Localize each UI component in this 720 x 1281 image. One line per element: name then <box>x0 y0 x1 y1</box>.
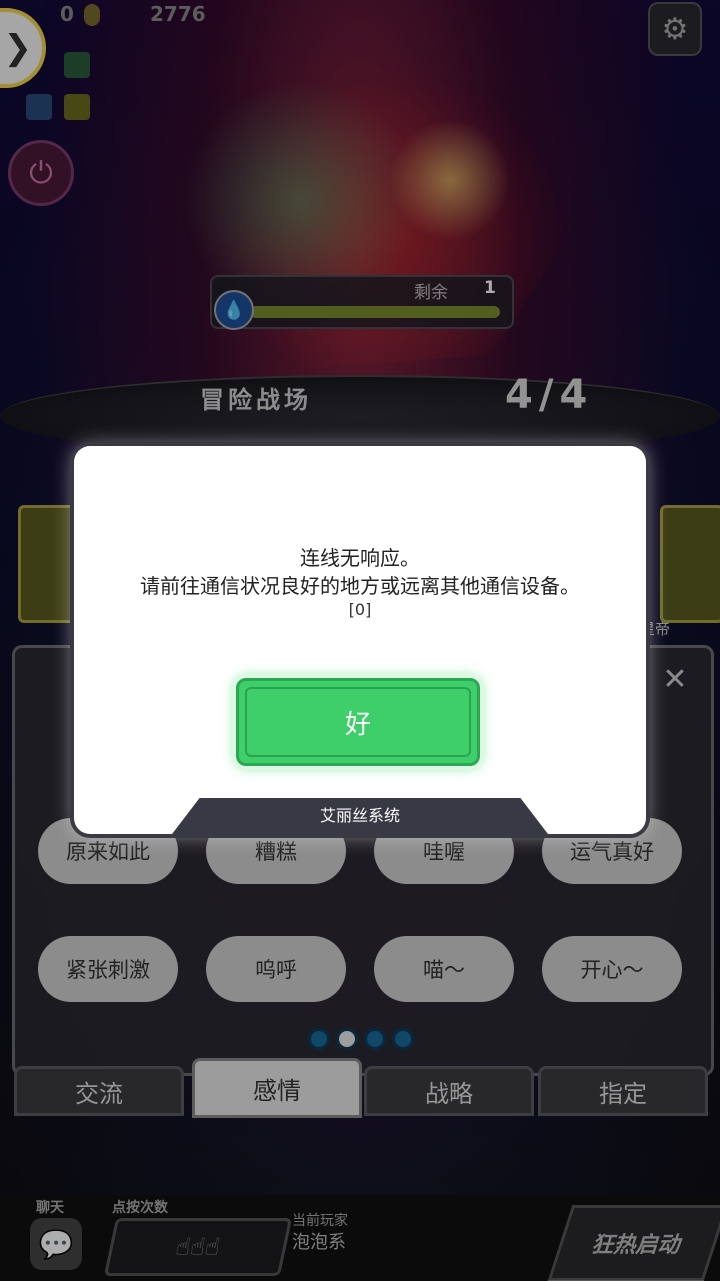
connection-error-dialog: 连线无响应。 请前往通信状况良好的地方或远离其他通信设备。 [0] 好 艾丽丝系… <box>74 446 646 834</box>
ok-button[interactable]: 好 <box>236 678 480 766</box>
ok-button-label: 好 <box>344 709 371 740</box>
dialog-footer-label: 艾丽丝系统 <box>319 806 400 825</box>
dialog-message-line1: 连线无响应。 <box>300 546 420 570</box>
dialog-error-code: [0] <box>348 600 372 619</box>
dialog-message-line2: 请前往通信状况良好的地方或远离其他通信设备。 <box>140 574 580 598</box>
